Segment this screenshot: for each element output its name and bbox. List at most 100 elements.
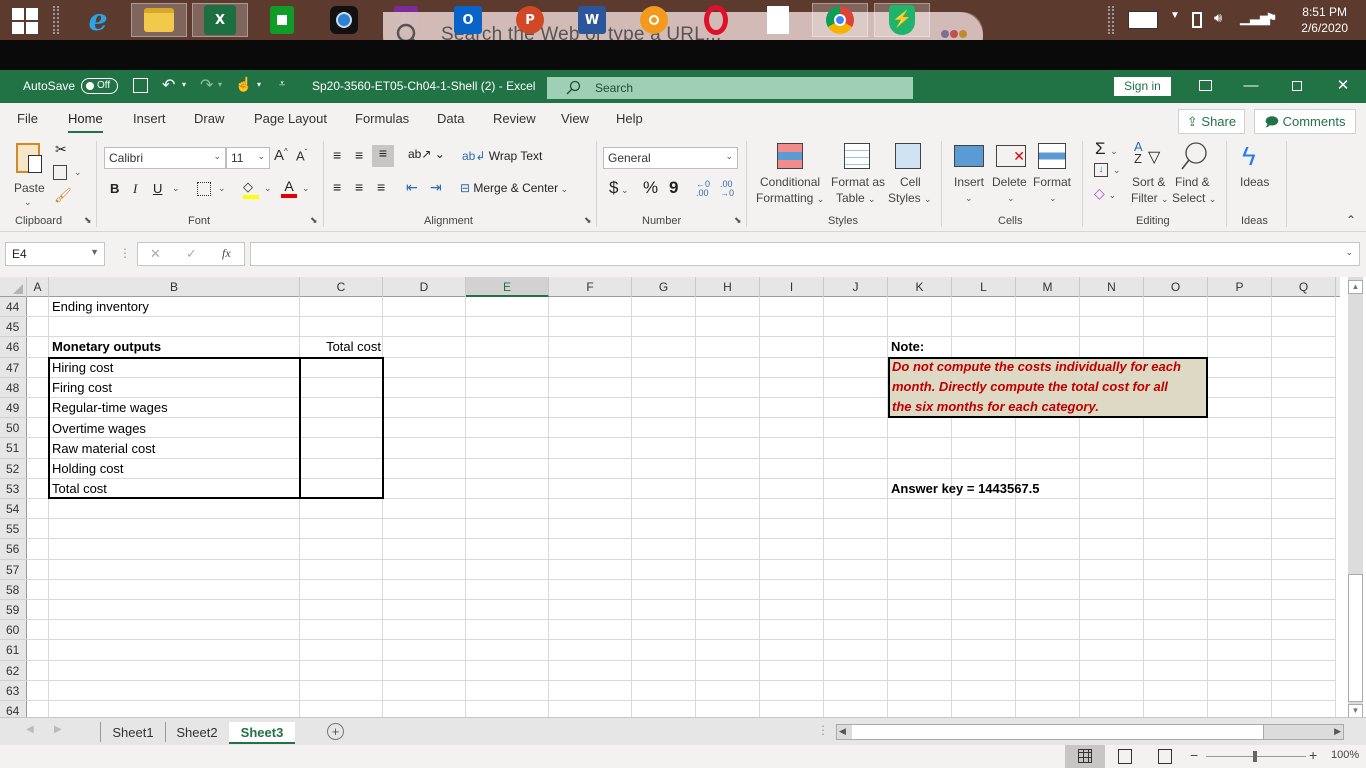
- sort-filter-button[interactable]: AZ ▽ Sort & Filter ⌄: [1130, 140, 1170, 207]
- row-header-55[interactable]: 55: [0, 519, 27, 539]
- fill-color-dropdown-icon[interactable]: ⌄: [264, 183, 272, 194]
- cell-styles-button[interactable]: Cell Styles ⌄: [886, 141, 932, 207]
- row-header-52[interactable]: 52: [0, 459, 27, 479]
- increase-indent-icon[interactable]: ⇥: [430, 179, 442, 196]
- cell-B51[interactable]: Raw material cost: [52, 439, 155, 459]
- tab-split-gripper[interactable]: ⋮: [817, 723, 829, 737]
- column-header-F[interactable]: F: [549, 277, 632, 297]
- row-header-48[interactable]: 48: [0, 378, 27, 398]
- row-header-59[interactable]: 59: [0, 600, 27, 620]
- touch-mode-icon[interactable]: ☝: [235, 76, 252, 93]
- action-center-flag-icon[interactable]: ⚑: [1265, 10, 1278, 27]
- column-header-B[interactable]: B: [49, 277, 300, 297]
- save-icon[interactable]: [133, 78, 148, 93]
- italic-button[interactable]: I: [133, 181, 137, 197]
- borders-dropdown-icon[interactable]: ⌄: [218, 183, 226, 194]
- conditional-formatting-button[interactable]: Conditional Formatting ⌄: [756, 141, 826, 207]
- clear-icon[interactable]: ◇ ⌄: [1094, 185, 1116, 202]
- cell-B49[interactable]: Regular-time wages: [52, 398, 168, 418]
- ideas-button[interactable]: ϟ Ideas: [1236, 141, 1276, 207]
- percent-button[interactable]: %: [643, 178, 658, 198]
- scroll-left-icon[interactable]: ◀: [839, 726, 846, 737]
- number-launcher-icon[interactable]: ⬊: [734, 215, 742, 226]
- horizontal-scroll-thumb[interactable]: [852, 725, 1264, 739]
- column-header-I[interactable]: I: [760, 277, 824, 297]
- column-header-E[interactable]: E: [466, 277, 549, 297]
- copy-icon[interactable]: [53, 165, 67, 180]
- customize-qat-icon[interactable]: ⩡: [279, 78, 285, 91]
- sign-in-button[interactable]: Sign in: [1114, 77, 1171, 96]
- increase-font-size-icon[interactable]: A^: [274, 147, 288, 164]
- zoom-out-icon[interactable]: −: [1190, 747, 1198, 763]
- touch-dropdown-icon[interactable]: ▾: [257, 80, 261, 89]
- vertical-scroll-thumb[interactable]: [1348, 574, 1363, 702]
- decrease-decimal-icon[interactable]: .00 →0: [720, 180, 734, 198]
- tray-expand-icon[interactable]: ▼: [1170, 10, 1180, 21]
- blank-file-icon[interactable]: [750, 3, 806, 37]
- column-header-C[interactable]: C: [300, 277, 383, 297]
- comma-style-button[interactable]: 9: [669, 178, 678, 198]
- column-header-J[interactable]: J: [824, 277, 888, 297]
- media-player-icon[interactable]: [316, 3, 372, 37]
- copy-dropdown-icon[interactable]: ⌄: [74, 167, 82, 178]
- cell-B48[interactable]: Firing cost: [52, 378, 112, 398]
- scroll-up-icon[interactable]: ▲: [1348, 280, 1363, 294]
- tab-draw[interactable]: Draw: [194, 111, 224, 126]
- close-icon[interactable]: ✕: [1332, 76, 1354, 96]
- row-header-54[interactable]: 54: [0, 499, 27, 519]
- excel-taskbar-icon[interactable]: X: [192, 3, 248, 37]
- font-color-icon[interactable]: A: [281, 178, 297, 198]
- formula-input[interactable]: ⌄: [250, 242, 1360, 266]
- insert-function-icon[interactable]: fx: [222, 246, 231, 261]
- tab-review[interactable]: Review: [493, 111, 536, 126]
- cell-B44[interactable]: Ending inventory: [52, 297, 149, 317]
- increase-decimal-icon[interactable]: ←0.00: [696, 180, 710, 198]
- scroll-right-icon[interactable]: ▶: [1334, 726, 1341, 737]
- outlook-icon[interactable]: O: [440, 3, 496, 37]
- number-format-combo[interactable]: General ⌄: [603, 147, 738, 169]
- wrap-text-button[interactable]: ab↲ Wrap Text: [462, 149, 542, 163]
- fill-icon[interactable]: ↓: [1094, 163, 1108, 177]
- zoom-slider-thumb[interactable]: [1253, 751, 1257, 762]
- internet-explorer-icon[interactable]: e: [70, 3, 126, 38]
- font-size-combo[interactable]: 11 ⌄: [226, 147, 270, 169]
- column-header-O[interactable]: O: [1144, 277, 1208, 297]
- orientation-icon[interactable]: ab↗ ⌄: [408, 147, 445, 161]
- autosave-toggle[interactable]: Off: [81, 78, 118, 94]
- prev-sheet-icon[interactable]: ◀: [26, 724, 34, 735]
- middle-align-icon[interactable]: ≡: [355, 147, 363, 163]
- row-header-60[interactable]: 60: [0, 620, 27, 640]
- column-header-G[interactable]: G: [632, 277, 696, 297]
- bottom-align-icon[interactable]: ≡: [372, 145, 394, 167]
- column-header-H[interactable]: H: [696, 277, 760, 297]
- font-color-dropdown-icon[interactable]: ⌄: [302, 183, 310, 194]
- fill-color-icon[interactable]: ◇: [243, 179, 259, 199]
- row-header-58[interactable]: 58: [0, 580, 27, 600]
- row-header-61[interactable]: 61: [0, 640, 27, 661]
- font-launcher-icon[interactable]: ⬊: [310, 215, 318, 226]
- row-header-50[interactable]: 50: [0, 418, 27, 438]
- page-break-preview-icon[interactable]: [1158, 749, 1172, 764]
- powerpoint-icon[interactable]: P: [502, 3, 558, 37]
- name-box[interactable]: E4 ▼: [5, 242, 105, 266]
- top-align-icon[interactable]: ≡: [333, 147, 341, 163]
- next-sheet-icon[interactable]: ▶: [54, 724, 62, 735]
- find-select-button[interactable]: Find & Select ⌄: [1172, 141, 1216, 207]
- horizontal-scrollbar[interactable]: ◀ ▶: [836, 724, 1344, 740]
- cell-K53[interactable]: Answer key = 1443567.5: [891, 479, 1040, 499]
- cancel-icon[interactable]: ✕: [150, 246, 161, 262]
- expand-formula-bar-icon[interactable]: ⌄: [1345, 247, 1353, 258]
- underline-dropdown-icon[interactable]: ⌄: [172, 183, 180, 194]
- fill-dropdown-icon[interactable]: ⌄: [1113, 165, 1121, 176]
- row-header-44[interactable]: 44: [0, 297, 27, 317]
- bold-button[interactable]: B: [110, 181, 119, 196]
- underline-button[interactable]: U: [153, 181, 162, 196]
- cell-B50[interactable]: Overtime wages: [52, 419, 146, 439]
- row-header-57[interactable]: 57: [0, 560, 27, 580]
- format-painter-icon[interactable]: 🖌︎: [54, 187, 72, 204]
- vertical-scrollbar[interactable]: ▲ ▼: [1348, 277, 1363, 718]
- column-header-L[interactable]: L: [952, 277, 1016, 297]
- column-header-Q[interactable]: Q: [1272, 277, 1336, 297]
- insert-cells-button[interactable]: Insert ⌄: [952, 141, 986, 207]
- keyboard-icon[interactable]: [1128, 11, 1158, 29]
